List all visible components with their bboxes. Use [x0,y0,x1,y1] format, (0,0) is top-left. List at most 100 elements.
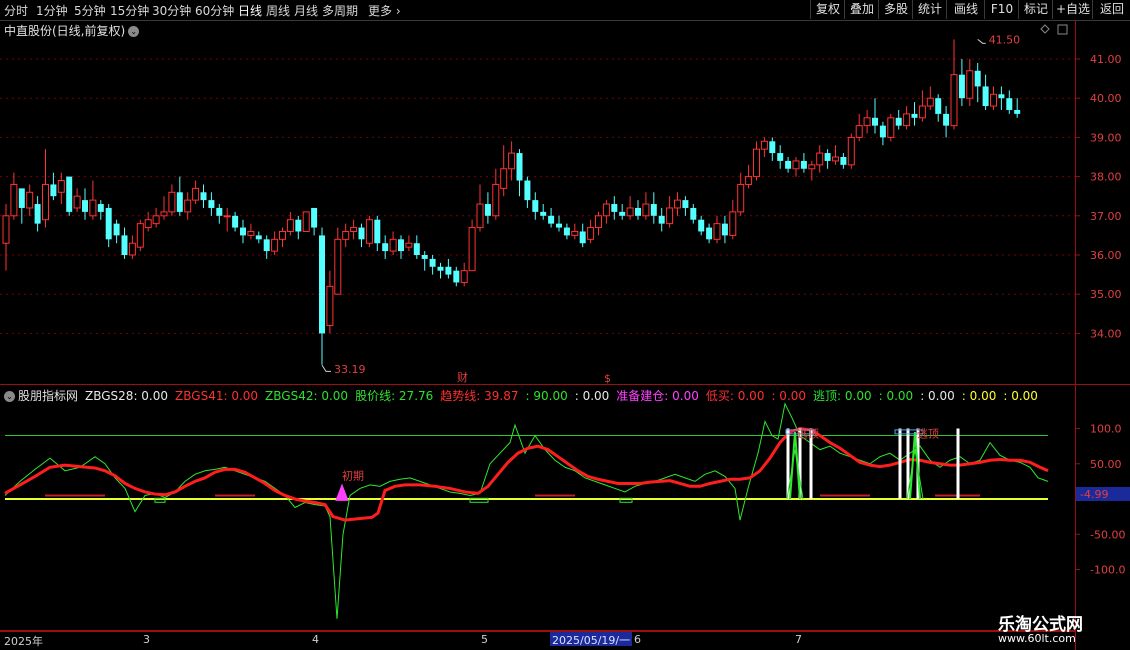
candle-body [863,117,871,127]
candle-body [872,117,878,126]
trend-line [4,426,1049,522]
finance-marker: 财 [457,370,468,384]
candle-body [753,148,760,178]
candle-body [42,183,49,221]
candle-body [184,199,192,213]
candle-body [1006,98,1013,110]
candle-body [311,207,318,228]
candle-body [918,105,926,119]
candle-body [460,270,468,283]
signal-bar [898,428,902,499]
candle-body [895,117,902,126]
candle-body [635,207,641,216]
candle-body [200,192,207,201]
candle-body [152,215,160,225]
candle-body [2,215,10,244]
candle-body [745,176,753,185]
window-icon [1057,24,1068,35]
candle-body [405,242,413,248]
candle-body [374,219,381,244]
indicator-field: : 0.00 [771,389,807,403]
chevron-down-icon[interactable]: ⌄ [4,391,15,402]
indicator-field: 趋势线: 39.87 [440,389,519,403]
candle-body [706,227,713,240]
indicator-name: 股朋指标网 [18,389,79,403]
candle-body [532,200,539,212]
indicator-field: ZBGS28: 0.00 [85,389,169,403]
signal-bar [956,428,960,499]
indicator-y-label: -50.00 [1090,528,1125,541]
indicator-field: : 0.00 [920,389,955,403]
y-tick-label: 36.00 [1090,249,1122,262]
y-tick-label: 37.00 [1090,210,1122,223]
candle-body [89,199,97,217]
candle-body [484,204,491,216]
candle-body [319,235,325,334]
candle-body [1014,109,1021,114]
date-axis: 2025年 3 4 5 2025/05/19/一 6 7 [0,631,1075,648]
candle-body [263,239,270,252]
candle-body [840,157,847,165]
candle-body [97,204,104,212]
y-tick-label: 39.00 [1090,131,1122,144]
candle-body [476,203,484,229]
candle-body [429,258,436,267]
indicator-field: ZBGS41: 0.00 [175,389,259,403]
candle-body [279,230,286,240]
candle-body [548,215,555,224]
candle-body [524,180,531,201]
candle-body [943,113,950,126]
candle-body [128,242,136,256]
candle-body [602,203,610,217]
candle-body [113,223,120,236]
candle-body [824,153,831,161]
candle-body [144,219,152,229]
candle-body [713,223,721,240]
indicator-field: 逃顶: 0.00 [813,389,872,403]
candle-body [626,207,634,217]
candle-body [579,231,586,244]
candle-body [168,191,176,213]
candle-body [105,207,112,240]
candle-body [698,219,705,232]
chevron-down-icon[interactable]: ⌄ [128,26,140,37]
candle-body [642,203,650,217]
candle-body [682,200,689,208]
low-price-label: 33.19 [334,363,366,376]
watermark-url: www.60lt.com [998,632,1076,645]
candle-body [216,207,223,216]
candle-body [760,140,768,150]
candle-body [445,266,452,275]
candle-body [926,97,934,107]
candle-body [816,152,824,166]
early-stage-label: 初期 [342,468,364,482]
candle-body [674,199,681,209]
indicator-y-label: 100.0 [1090,423,1122,436]
low-pointer [321,364,331,372]
candle-body [255,235,262,240]
candle-body [540,211,547,216]
candle-body [57,180,65,193]
candle-body [421,255,428,259]
candle-body [666,207,674,225]
candle-body [619,211,626,216]
candle-body [958,74,965,99]
candle-body [121,235,128,255]
candle-body [492,183,500,217]
candle-body [935,98,942,114]
y-tick-label: 35.00 [1090,288,1122,301]
high-price-label: 41.50 [989,33,1021,46]
candle-body [737,183,745,213]
indicator-field: 准备建仓: 0.00 [616,389,699,403]
candle-body [729,211,737,236]
date-label: 6 [634,633,641,646]
indicator-y-label: -100.0 [1090,564,1125,577]
candle-body [887,117,895,138]
indicator-field: : 0.00 [1003,389,1038,403]
candle-body [595,215,602,229]
date-label: 7 [795,633,802,646]
diamond-icon [1040,24,1050,34]
stock-chart[interactable]: 41.00 40.00 39.00 38.00 37.00 36.00 35.00 34.00… [0,0,1130,650]
candle-body [382,243,389,252]
indicator-field: 股价线: 27.76 [355,389,434,403]
